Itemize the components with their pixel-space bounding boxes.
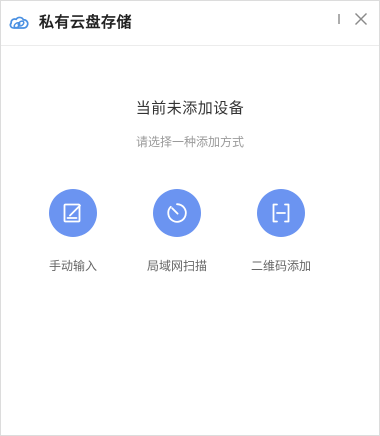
qr-scan-icon [272,203,290,223]
close-icon [355,13,367,25]
window-title: 私有云盘存储 [39,13,133,31]
scan-icon [167,203,187,223]
manual-input-option[interactable]: 手动输入 [23,189,123,279]
empty-state-title: 当前未添加设备 [135,99,245,117]
qr-add-button[interactable] [257,189,305,237]
title-bar[interactable]: 私有云盘存储 [1,1,379,46]
minimize-icon [338,14,340,24]
lan-scan-label: 局域网扫描 [146,259,207,273]
qr-add-option[interactable]: 二维码添加 [231,189,331,279]
app-window: 私有云盘存储 当前未添加设备 请选择一种添加方式 手动输入 局域网扫描 二维码添… [0,0,380,436]
manual-input-label: 手动输入 [48,259,97,273]
close-button[interactable] [351,9,371,29]
lan-scan-option[interactable]: 局域网扫描 [127,189,227,279]
cloud-link-icon [7,11,31,35]
lan-scan-button[interactable] [153,189,201,237]
minimize-button[interactable] [329,9,349,29]
empty-state-hint: 请选择一种添加方式 [135,135,244,149]
qr-add-label: 二维码添加 [250,259,311,273]
manual-input-button[interactable] [49,189,97,237]
edit-icon [63,203,81,223]
